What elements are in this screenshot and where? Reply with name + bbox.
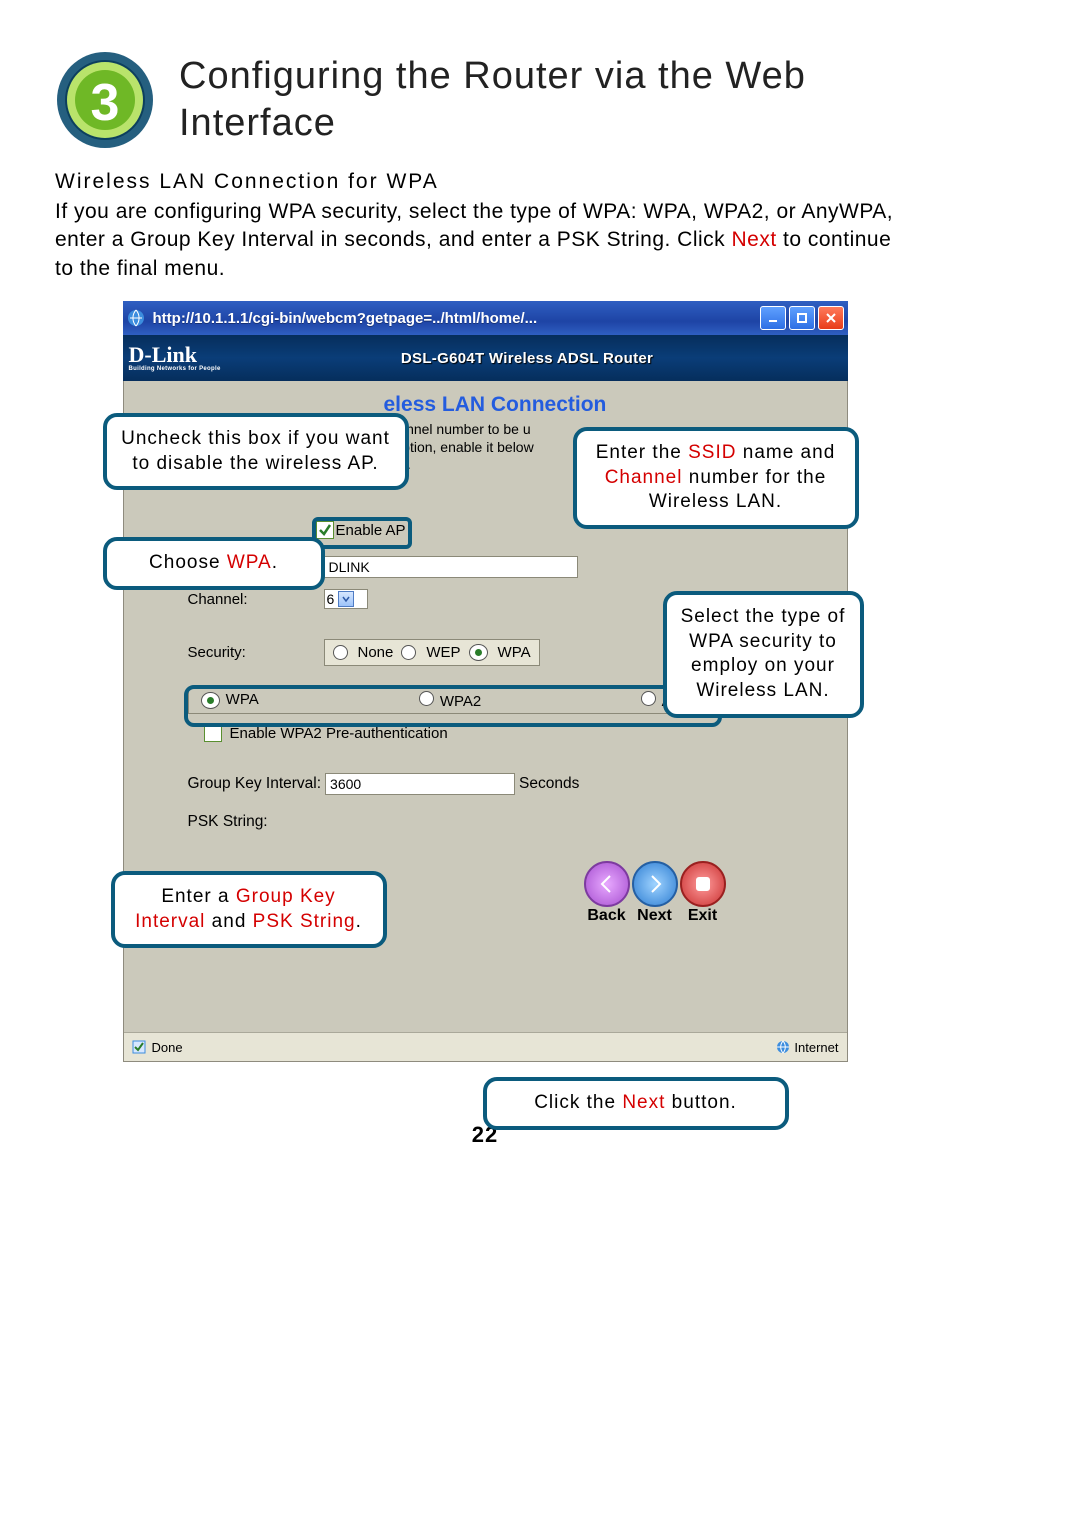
- callout-selwpa: Select the type of WPA security to emplo…: [663, 591, 864, 718]
- security-label: Security:: [188, 644, 324, 661]
- window-close-button[interactable]: [818, 306, 844, 330]
- security-radio-none[interactable]: [333, 645, 348, 660]
- security-radio-wep[interactable]: [401, 645, 416, 660]
- psk-label: PSK String:: [188, 813, 268, 831]
- security-radio-wpa[interactable]: [469, 644, 488, 661]
- back-arrow-icon: [584, 861, 630, 907]
- next-button[interactable]: Next: [632, 861, 678, 925]
- callout-ssid: Enter the SSID name and Channel number f…: [573, 427, 859, 529]
- gki-unit: Seconds: [519, 775, 579, 793]
- ie-icon: [127, 309, 145, 327]
- screenshot: http://10.1.1.1/cgi-bin/webcm?getpage=..…: [123, 301, 848, 1062]
- intro: If you are configuring WPA security, sel…: [55, 198, 915, 283]
- page-number: 22: [55, 1122, 915, 1148]
- section-title: eless LAN Connection: [384, 393, 607, 417]
- gki-label: Group Key Interval:: [188, 775, 322, 793]
- svg-text:3: 3: [91, 74, 120, 132]
- next-arrow-icon: [632, 861, 678, 907]
- callout-next: Click the Next button.: [483, 1077, 789, 1130]
- callout-enable: Uncheck this box if you want to disable …: [103, 413, 409, 490]
- subhead: Wireless LAN Connection for WPA: [55, 170, 915, 194]
- window-minimize-button[interactable]: [760, 306, 786, 330]
- step-badge: 3: [55, 50, 155, 150]
- nav-buttons: Back Next Exit: [584, 861, 726, 925]
- internet-icon: [776, 1040, 790, 1054]
- status-internet: Internet: [794, 1040, 838, 1055]
- router-model: DSL-G604T Wireless ADSL Router: [221, 350, 834, 367]
- channel-label: Channel:: [188, 591, 324, 608]
- status-bar: Done Internet: [124, 1032, 847, 1061]
- channel-row: Channel: 6: [188, 589, 368, 609]
- ssid-input[interactable]: DLINK: [324, 556, 578, 578]
- brand-logo: D-Link Building Networks for People: [129, 344, 221, 372]
- exit-button[interactable]: Exit: [680, 861, 726, 925]
- callout-choose: Choose WPA.: [103, 537, 325, 590]
- window-maximize-button[interactable]: [789, 306, 815, 330]
- window-url: http://10.1.1.1/cgi-bin/webcm?getpage=..…: [153, 310, 752, 327]
- highlight-wpa-types: [184, 685, 722, 727]
- window-titlebar: http://10.1.1.1/cgi-bin/webcm?getpage=..…: [123, 301, 848, 335]
- exit-icon: [680, 861, 726, 907]
- step-title: Configuring the Router via the Web Inter…: [179, 53, 915, 148]
- status-done: Done: [152, 1040, 183, 1055]
- router-header: D-Link Building Networks for People DSL-…: [123, 335, 848, 381]
- callout-gkipsk: Enter a Group Key Interval and PSK Strin…: [111, 871, 387, 948]
- security-row: Security: None WEP WPA: [188, 639, 540, 666]
- chevron-down-icon: [338, 591, 354, 607]
- gki-row: Group Key Interval: 3600 Seconds: [188, 773, 580, 795]
- channel-select[interactable]: 6: [324, 589, 368, 609]
- gki-input[interactable]: 3600: [325, 773, 515, 795]
- highlight-enable: [312, 517, 412, 549]
- back-button[interactable]: Back: [584, 861, 630, 925]
- done-icon: [132, 1040, 146, 1054]
